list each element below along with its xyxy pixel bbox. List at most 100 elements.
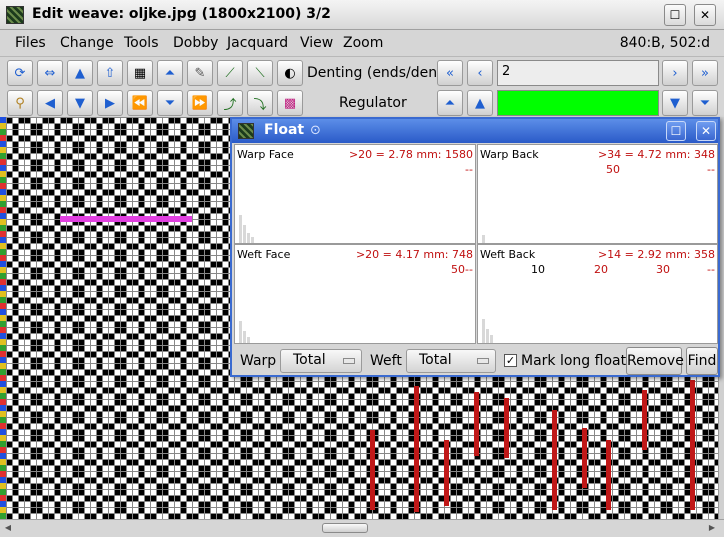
dialog-app-icon (238, 123, 254, 139)
double-down-icon[interactable]: ⏷ (157, 90, 183, 116)
scroll-left-icon[interactable]: ◀ (2, 522, 14, 534)
warp-face-sub: -- (465, 163, 473, 176)
long-float-marker (552, 410, 557, 510)
scroll-right-icon[interactable]: ▶ (706, 522, 718, 534)
horizontal-scrollbar[interactable]: ◀ ▶ (0, 519, 724, 537)
long-float-marker (690, 380, 695, 510)
twill-left-icon[interactable]: ⟍ (247, 60, 273, 86)
mark-long-floats-label: Mark long floats (521, 353, 634, 369)
regulator-up-icon[interactable]: ▲ (467, 90, 493, 116)
histogram-bar (482, 319, 485, 343)
arrow-down-icon[interactable]: ▼ (67, 90, 93, 116)
histogram-bar (243, 225, 246, 243)
menu-files[interactable]: Files (15, 35, 46, 51)
fast-right-icon[interactable]: ⏩ (187, 90, 213, 116)
right-icon[interactable]: › (662, 60, 688, 86)
long-float-marker (642, 390, 647, 450)
app-icon (6, 6, 24, 24)
regulator-color-field[interactable] (497, 90, 659, 116)
weft-face-label: Weft Face (237, 248, 291, 261)
menu-dobby[interactable]: Dobby (173, 35, 218, 51)
weft-select[interactable]: Total (406, 349, 496, 373)
warp-back-sub: -- (707, 163, 715, 176)
long-float-marker (606, 440, 611, 510)
regulator-down-icon[interactable]: ▼ (662, 90, 688, 116)
menu-change[interactable]: Change (60, 35, 114, 51)
histogram-bar (247, 337, 250, 343)
double-left-icon[interactable]: « (437, 60, 463, 86)
twill-right-icon[interactable]: ⟋ (217, 60, 243, 86)
warp-face-label: Warp Face (237, 148, 294, 161)
long-float-marker (582, 428, 587, 488)
fast-left-icon[interactable]: ⏪ (127, 90, 153, 116)
menu-view[interactable]: View (300, 35, 333, 51)
warp-select-value: Total (293, 352, 326, 368)
double-up-icon[interactable]: ⏶ (157, 60, 183, 86)
float-dialog-titlebar[interactable]: Float ⊙ ☐ ✕ (232, 119, 718, 143)
warp-select[interactable]: Total (280, 349, 362, 373)
close-icon: ✕ (699, 8, 711, 22)
swap-horizontal-icon[interactable]: ⇔ (37, 60, 63, 86)
remove-button[interactable]: Remove (626, 347, 684, 375)
triangle-up-icon[interactable]: ▲ (67, 60, 93, 86)
warp-select-label: Warp (240, 353, 277, 369)
histogram-bar (243, 331, 246, 343)
shift-twill-down-icon[interactable]: ⤵ (247, 90, 273, 116)
clear-grid-icon[interactable]: ▦ (127, 60, 153, 86)
long-float-marker (60, 216, 192, 222)
pin-icon[interactable]: ⊙ (310, 123, 321, 138)
refresh-icon[interactable]: ⟳ (7, 60, 33, 86)
long-float-marker (474, 392, 479, 456)
weft-back-tick: 20 (594, 263, 608, 276)
color-grid-icon[interactable]: ▩ (277, 90, 303, 116)
histogram-bar (239, 321, 242, 343)
mark-long-floats-checkbox[interactable]: ✓ (504, 354, 517, 367)
menu-jacquard[interactable]: Jacquard (227, 35, 288, 51)
dialog-maximize-button[interactable]: ☐ (666, 121, 686, 141)
dropdown-arrow-icon (477, 358, 489, 364)
double-right-icon[interactable]: » (692, 60, 718, 86)
brush-icon[interactable]: ✎ (187, 60, 213, 86)
regulator-label: Regulator (339, 95, 407, 111)
long-float-marker (504, 398, 509, 458)
histogram-bar (239, 215, 242, 243)
denting-field[interactable]: 2 (497, 60, 659, 86)
dialog-close-button[interactable]: ✕ (696, 121, 716, 141)
weft-face-sub: 50 (451, 263, 465, 276)
maximize-button[interactable]: ☐ (664, 4, 686, 26)
menu-tools[interactable]: Tools (124, 35, 159, 51)
left-icon[interactable]: ‹ (467, 60, 493, 86)
title-bar: Edit weave: oljke.jpg (1800x2100) 3/2 ☐ … (0, 0, 724, 30)
denting-label: Denting (ends/dent) (307, 65, 449, 81)
weft-face-sub: -- (465, 263, 473, 276)
warp-back-stat: >34 = 4.72 mm: 348 (597, 148, 715, 161)
close-icon: ✕ (700, 124, 712, 138)
weft-select-label: Weft (370, 353, 402, 369)
warp-back-label: Warp Back (480, 148, 539, 161)
regulator-double-down-icon[interactable]: ⏷ (692, 90, 718, 116)
dropdown-arrow-icon (343, 358, 355, 364)
shift-twill-up-icon[interactable]: ⤴ (217, 90, 243, 116)
shift-up-icon[interactable]: ⇧ (97, 60, 123, 86)
invert-icon[interactable]: ◐ (277, 60, 303, 86)
warp-back-sub: 50 (606, 163, 620, 176)
arrow-left-icon[interactable]: ◀ (37, 90, 63, 116)
arrow-right-icon[interactable]: ▶ (97, 90, 123, 116)
long-float-marker (414, 386, 419, 512)
weft-face-pane: Weft Face >20 = 4.17 mm: 748 50 -- (234, 244, 476, 344)
find-button[interactable]: Find (686, 347, 718, 375)
weft-back-stat: >14 = 2.92 mm: 358 (597, 248, 715, 261)
maximize-icon: ☐ (669, 8, 681, 22)
regulator-double-up-icon[interactable]: ⏶ (437, 90, 463, 116)
weft-face-stat: >20 = 4.17 mm: 748 (355, 248, 473, 261)
close-button[interactable]: ✕ (694, 4, 716, 26)
maximize-icon: ☐ (670, 124, 682, 138)
broom-icon[interactable]: ⚲ (7, 90, 33, 116)
scrollbar-thumb[interactable] (322, 523, 368, 533)
window-title: Edit weave: oljke.jpg (1800x2100) 3/2 (32, 6, 331, 22)
menu-zoom[interactable]: Zoom (343, 35, 383, 51)
histogram-bar (486, 329, 489, 343)
warp-back-pane: Warp Back >34 = 4.72 mm: 348 50 -- (477, 144, 718, 244)
histogram-bar (482, 235, 485, 243)
long-float-marker (444, 440, 449, 506)
